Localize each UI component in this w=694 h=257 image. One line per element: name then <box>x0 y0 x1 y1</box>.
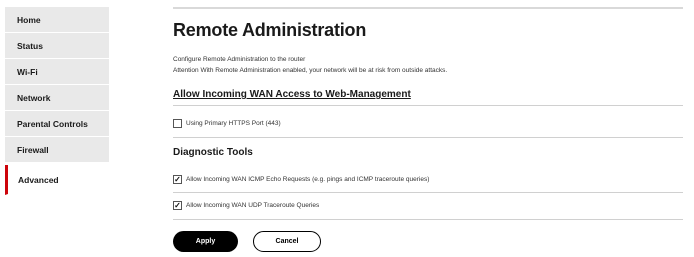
divider <box>173 7 683 9</box>
sidebar-item-home[interactable]: Home <box>5 7 109 33</box>
divider <box>173 219 683 220</box>
divider <box>173 105 683 106</box>
icmp-echo-option[interactable]: ✓ Allow Incoming WAN ICMP Echo Requests … <box>173 175 429 184</box>
sidebar-item-label: Wi-Fi <box>17 66 38 77</box>
sidebar-item-wifi[interactable]: Wi-Fi <box>5 59 109 85</box>
checkmark-icon: ✓ <box>174 174 181 184</box>
page-description: Configure Remote Administration to the r… <box>173 56 306 63</box>
sidebar-item-label: Network <box>17 92 51 103</box>
sidebar-item-label: Advanced <box>18 174 59 185</box>
udp-traceroute-checkbox[interactable]: ✓ <box>173 201 182 210</box>
sidebar-item-parental-controls[interactable]: Parental Controls <box>5 111 109 137</box>
diagnostic-tools-heading: Diagnostic Tools <box>173 147 253 158</box>
sidebar-item-status[interactable]: Status <box>5 33 109 59</box>
page-title: Remote Administration <box>173 20 367 40</box>
sidebar-item-label: Status <box>17 40 43 51</box>
attention-note: Attention With Remote Administration ena… <box>173 67 448 74</box>
divider <box>173 192 683 193</box>
sidebar-item-advanced[interactable]: Advanced <box>5 165 109 195</box>
cancel-button[interactable]: Cancel <box>253 231 321 252</box>
https-port-checkbox[interactable] <box>173 119 182 128</box>
icmp-echo-label: Allow Incoming WAN ICMP Echo Requests (e… <box>186 176 430 183</box>
sidebar-item-label: Home <box>17 14 41 25</box>
udp-traceroute-option[interactable]: ✓ Allow Incoming WAN UDP Traceroute Quer… <box>173 201 319 210</box>
udp-traceroute-label: Allow Incoming WAN UDP Traceroute Querie… <box>186 202 320 209</box>
checkmark-icon: ✓ <box>174 200 181 210</box>
sidebar-item-label: Parental Controls <box>17 118 88 129</box>
divider <box>173 137 683 138</box>
https-port-label: Using Primary HTTPS Port (443) <box>186 120 281 127</box>
sidebar-item-network[interactable]: Network <box>5 85 109 111</box>
icmp-echo-checkbox[interactable]: ✓ <box>173 175 182 184</box>
sidebar-nav: Home Status Wi-Fi Network Parental Contr… <box>5 7 109 195</box>
sidebar-item-firewall[interactable]: Firewall <box>5 137 109 163</box>
https-port-option[interactable]: Using Primary HTTPS Port (443) <box>173 119 281 128</box>
wan-access-heading: Allow Incoming WAN Access to Web-Managem… <box>173 89 411 100</box>
apply-button[interactable]: Apply <box>173 231 238 252</box>
sidebar-item-label: Firewall <box>17 144 49 155</box>
